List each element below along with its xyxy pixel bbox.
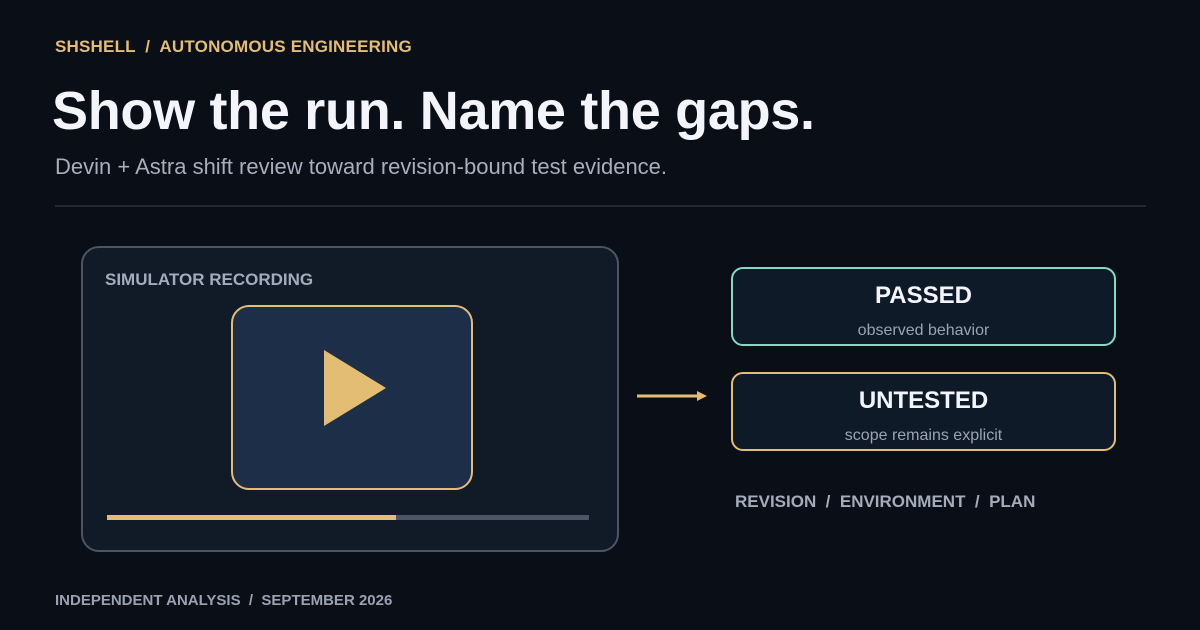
- subtitle: Devin + Astra shift review toward revisi…: [55, 154, 668, 179]
- player-label: SIMULATOR RECORDING: [105, 270, 314, 289]
- evidence-tags: REVISION / ENVIRONMENT / PLAN: [735, 492, 1036, 511]
- footer: INDEPENDENT ANALYSIS / SEPTEMBER 2026: [55, 592, 393, 609]
- status-card-untested: UNTESTED scope remains explicit: [731, 372, 1116, 451]
- play-icon[interactable]: [324, 350, 386, 426]
- status-description: observed behavior: [857, 322, 990, 339]
- progress-bar[interactable]: [107, 515, 589, 520]
- page: SHSHELL / AUTONOMOUS ENGINEERING Show th…: [0, 0, 1200, 630]
- arrow-right-icon: [637, 391, 707, 401]
- kicker: SHSHELL / AUTONOMOUS ENGINEERING: [55, 37, 412, 56]
- video-player: SIMULATOR RECORDING: [81, 246, 619, 552]
- video-frame[interactable]: [231, 305, 473, 490]
- progress-fill: [107, 515, 397, 520]
- page-title: Show the run. Name the gaps.: [52, 81, 815, 141]
- status-card-passed: PASSED observed behavior: [731, 267, 1116, 346]
- status-name: UNTESTED: [858, 387, 989, 414]
- status-name: PASSED: [875, 282, 972, 309]
- divider: [55, 205, 1146, 207]
- status-description: scope remains explicit: [844, 427, 1003, 444]
